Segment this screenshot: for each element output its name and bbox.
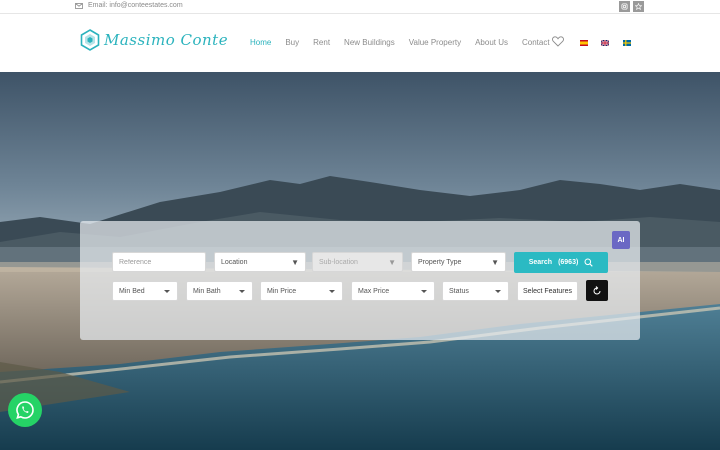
site-header: Massimo Conte Home Buy Rent New Building…	[0, 14, 720, 72]
mail-icon	[75, 2, 83, 9]
caret-down-icon	[164, 290, 170, 293]
logo-hexagon-icon	[80, 29, 100, 51]
top-bar: Email: info@conteestates.com	[0, 0, 720, 14]
min-price-select-label: Min Price	[267, 287, 297, 295]
flag-se-icon[interactable]	[623, 40, 631, 46]
email-contact[interactable]: Email: info@conteestates.com	[75, 2, 183, 9]
search-button-label: Search	[528, 259, 553, 266]
search-icon	[584, 258, 593, 267]
select-features-label: Select Features	[522, 287, 573, 295]
max-price-select[interactable]: Max Price	[351, 281, 435, 301]
sublocation-select: Sub-location ▼	[312, 252, 403, 272]
select-features-button[interactable]: Select Features	[517, 281, 578, 301]
heart-icon[interactable]	[552, 36, 564, 47]
caret-down-icon: ▼	[388, 258, 396, 267]
search-count: (6963)	[558, 259, 579, 266]
caret-down-icon	[421, 290, 427, 293]
logo-text: Massimo Conte	[104, 31, 229, 49]
min-price-select[interactable]: Min Price	[260, 281, 343, 301]
logo[interactable]: Massimo Conte	[80, 29, 228, 51]
caret-down-icon	[239, 290, 245, 293]
min-bath-select[interactable]: Min Bath	[186, 281, 253, 301]
caret-down-icon: ▼	[291, 258, 299, 267]
location-select[interactable]: Location ▼	[214, 252, 306, 272]
nav-item-value-property[interactable]: Value Property	[409, 38, 461, 47]
reference-input[interactable]	[119, 253, 205, 271]
whatsapp-icon	[16, 401, 34, 419]
property-type-select-label: Property Type	[418, 258, 462, 266]
instagram-icon[interactable]	[619, 1, 630, 12]
status-select[interactable]: Status	[442, 281, 509, 301]
search-button[interactable]: Search (6963)	[514, 252, 608, 273]
nav-item-buy[interactable]: Buy	[285, 38, 299, 47]
reference-field[interactable]	[112, 252, 206, 272]
property-type-select[interactable]: Property Type ▼	[411, 252, 506, 272]
flag-es-icon[interactable]	[580, 40, 588, 46]
caret-down-icon	[495, 290, 501, 293]
flag-en-icon[interactable]	[601, 40, 609, 46]
reset-button[interactable]	[586, 280, 608, 301]
min-bath-select-label: Min Bath	[193, 287, 221, 295]
nav-item-rent[interactable]: Rent	[313, 38, 330, 47]
ai-search-badge[interactable]: AI	[612, 231, 630, 249]
nav-item-about-us[interactable]: About Us	[475, 38, 508, 47]
status-select-label: Status	[449, 287, 469, 295]
min-bed-select[interactable]: Min Bed	[112, 281, 178, 301]
caret-down-icon	[329, 290, 335, 293]
max-price-select-label: Max Price	[358, 287, 390, 295]
nav-item-new-buildings[interactable]: New Buildings	[344, 38, 395, 47]
sublocation-select-label: Sub-location	[319, 258, 358, 266]
nav-item-home[interactable]: Home	[250, 38, 271, 47]
caret-down-icon: ▼	[491, 258, 499, 267]
star-icon[interactable]	[633, 1, 644, 12]
location-select-label: Location	[221, 258, 248, 266]
email-label: Email: info@conteestates.com	[88, 2, 183, 9]
min-bed-select-label: Min Bed	[119, 287, 145, 295]
reset-icon	[593, 285, 601, 294]
whatsapp-button[interactable]	[8, 393, 42, 427]
main-nav: Home Buy Rent New Buildings Value Proper…	[250, 38, 564, 47]
nav-item-contact[interactable]: Contact	[522, 38, 550, 47]
